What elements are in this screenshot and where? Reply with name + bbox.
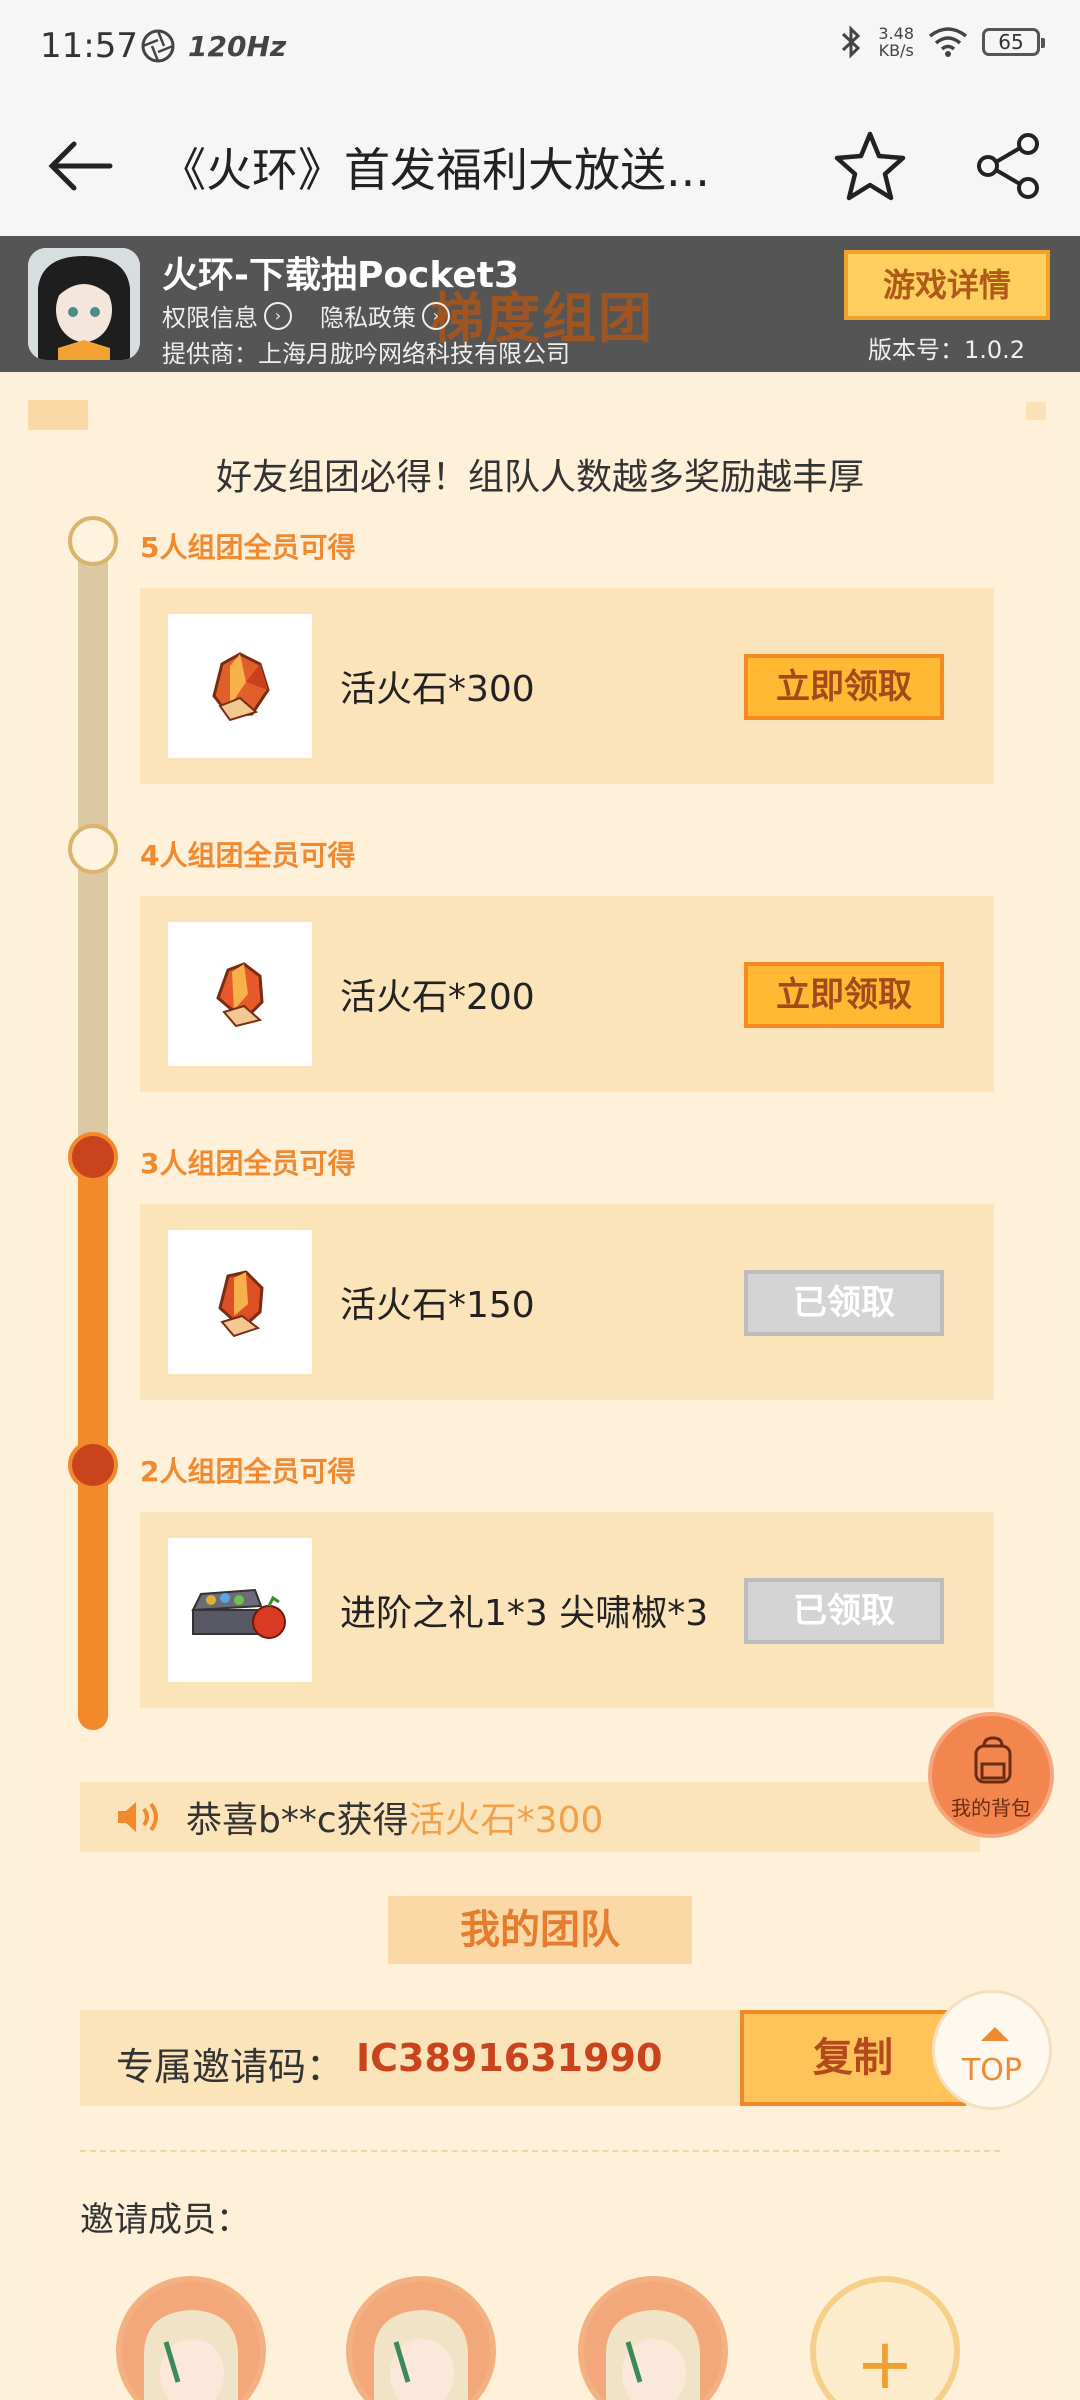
refresh-rate-label: 120Hz (188, 29, 287, 63)
version-label: 版本号：1.0.2 (868, 336, 1026, 364)
reward-name: 进阶之礼1*3 尖啸椒*3 (340, 1593, 709, 1634)
claim-button[interactable]: 立即领取 (744, 962, 944, 1028)
tagline: 好友组团必得！组队人数越多奖励越丰厚 (215, 457, 864, 498)
tier-label: 2人组团全员可得 (140, 1455, 356, 1488)
app-header: 《火环》首发福利大放送... (0, 96, 1080, 236)
status-left-icons: 120Hz (140, 28, 286, 64)
game-avatar-icon (28, 248, 140, 360)
pixel-decoration (28, 400, 88, 430)
claimed-button[interactable]: 已领取 (744, 1270, 944, 1336)
invite-code-label: 专属邀请码： (116, 2045, 345, 2089)
reward-card: 进阶之礼1*3 尖啸椒*3 已领取 (140, 1512, 994, 1708)
timeline-node (68, 1132, 118, 1182)
backpack-icon (974, 1736, 1012, 1784)
team-section-header: 我的团队 (388, 1896, 692, 1964)
game-banner: 梯度组团 火环-下载抽Pocket3 权限信息 › 隐私政策 › 提供商：上海月… (0, 236, 1080, 372)
reward-thumbnail (168, 922, 312, 1066)
status-time: 11:57 (40, 26, 138, 66)
reward-card: 活火石*150 已领取 (140, 1204, 994, 1400)
reward-card: 活火石*200 立即领取 (140, 896, 994, 1092)
back-button[interactable] (40, 126, 120, 206)
status-right-icons: 3.48 KB/s 65 (838, 24, 1045, 60)
tier-label: 3人组团全员可得 (140, 1147, 356, 1180)
favorite-button[interactable] (830, 126, 910, 206)
reward-name: 活火石*200 (340, 977, 535, 1018)
fire-crystal-icon (212, 652, 270, 722)
claimed-button[interactable]: 已领取 (744, 1578, 944, 1644)
tier-label: 5人组团全员可得 (140, 531, 356, 564)
net-speed-value: 3.48 (878, 24, 914, 43)
net-speed: 3.48 KB/s (878, 25, 914, 59)
star-icon (834, 131, 906, 201)
permission-info-label: 权限信息 (162, 304, 258, 332)
member-avatar-image (584, 2282, 722, 2400)
broadcast-text: 恭喜b**c获得 (186, 1800, 409, 1841)
pixel-decoration (1026, 402, 1046, 420)
back-to-top-button[interactable]: TOP (932, 1990, 1052, 2110)
member-avatar-image (122, 2282, 260, 2400)
status-bar: 11:57 120Hz 3.48 KB/s 65 (0, 0, 1080, 96)
bluetooth-icon (842, 25, 861, 59)
fire-crystal-icon (216, 962, 264, 1028)
plus-icon: + (855, 2323, 915, 2400)
win-broadcast: 恭喜b**c获得 活火石*300 (80, 1782, 980, 1852)
game-detail-button[interactable]: 游戏详情 (844, 250, 1050, 320)
tier-label: 4人组团全员可得 (140, 839, 356, 872)
speaker-icon (118, 1802, 158, 1832)
reward-name: 活火石*300 (340, 669, 535, 710)
team-title: 我的团队 (460, 1907, 620, 1953)
reward-thumbnail (168, 614, 312, 758)
game-name: 火环-下载抽Pocket3 (162, 255, 520, 296)
timeline-node (68, 1440, 118, 1490)
aperture-icon (141, 29, 175, 63)
provider-info: 提供商：上海月胧吟网络科技有限公司 (162, 340, 570, 368)
game-icon[interactable] (28, 248, 140, 360)
treasure-chest-icon (191, 1588, 286, 1639)
claim-button[interactable]: 立即领取 (744, 654, 944, 720)
game-links: 权限信息 › 隐私政策 › (162, 298, 450, 333)
reward-name: 活火石*150 (340, 1285, 535, 1326)
members-label: 邀请成员： (80, 2200, 250, 2240)
backpack-label: 我的背包 (951, 1796, 1031, 1820)
timeline-node (68, 516, 118, 566)
timeline-node (68, 824, 118, 874)
permission-info-link[interactable]: 权限信息 › (162, 298, 292, 333)
arrow-up-icon (981, 2027, 1009, 2041)
battery-icon: 65 (982, 28, 1045, 56)
chevron-right-icon: › (422, 301, 450, 330)
privacy-policy-label: 隐私政策 (320, 304, 416, 332)
wifi-icon (928, 27, 968, 57)
share-icon (977, 133, 1039, 199)
page-title: 《火环》首发福利大放送... (160, 143, 710, 197)
backpack-button[interactable]: 我的背包 (928, 1712, 1054, 1838)
reward-thumbnail (168, 1538, 312, 1682)
share-button[interactable] (970, 126, 1050, 206)
reward-card: 活火石*300 立即领取 (140, 588, 994, 784)
member-avatar-image (352, 2282, 490, 2400)
back-arrow-icon (48, 141, 113, 191)
top-label: TOP (961, 2053, 1023, 2088)
broadcast-prize: 活火石*300 (408, 1800, 604, 1841)
reward-thumbnail (168, 1230, 312, 1374)
fire-crystal-icon (218, 1270, 264, 1338)
privacy-policy-link[interactable]: 隐私政策 › (320, 298, 450, 333)
divider (80, 2150, 1000, 2152)
net-speed-unit: KB/s (878, 41, 914, 60)
invite-code-value: IC3891631990 (356, 2036, 663, 2080)
chevron-right-icon: › (264, 301, 292, 330)
